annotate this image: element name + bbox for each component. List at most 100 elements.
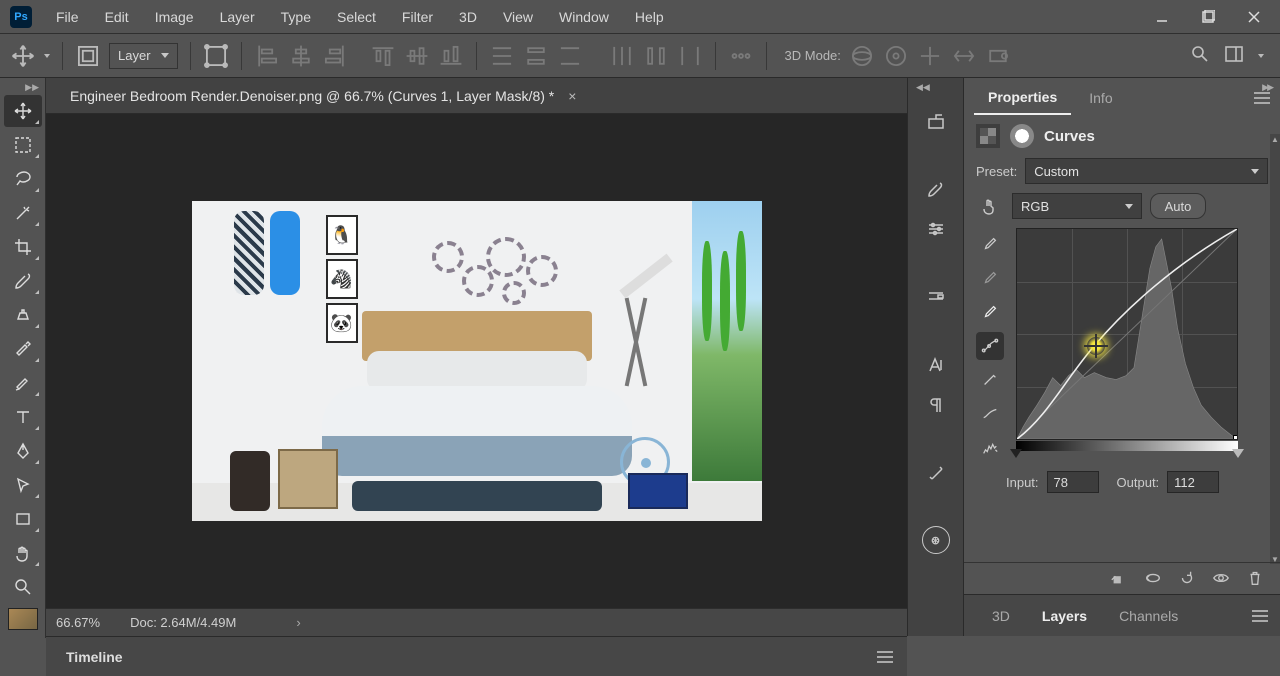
swatches-panel-icon[interactable] <box>916 458 956 488</box>
brush-settings-panel-icon[interactable] <box>916 214 956 244</box>
align-horizontal-centers-icon[interactable] <box>288 43 314 69</box>
lasso-tool-icon[interactable] <box>4 163 42 195</box>
tab-properties[interactable]: Properties <box>974 81 1071 115</box>
paragraph-panel-icon[interactable] <box>916 390 956 420</box>
white-slider-icon[interactable] <box>1232 449 1244 458</box>
libraries-panel-icon[interactable]: ⊛ <box>922 526 950 554</box>
tool-preset-caret-icon[interactable] <box>44 54 50 58</box>
expand-tools-icon[interactable]: ▶▶ <box>25 82 39 93</box>
layer-mask-icon[interactable] <box>1010 124 1034 148</box>
preset-dropdown[interactable]: Custom <box>1025 158 1268 184</box>
panel-menu-icon[interactable] <box>1254 92 1270 104</box>
channel-dropdown[interactable]: RGB <box>1012 193 1142 219</box>
search-icon[interactable] <box>1190 44 1210 67</box>
smooth-curve-icon[interactable] <box>976 400 1004 428</box>
tab-info[interactable]: Info <box>1075 82 1126 114</box>
distribute-vcenter-icon[interactable] <box>523 43 549 69</box>
tab-channels[interactable]: Channels <box>1105 600 1192 632</box>
clone-stamp-tool-icon[interactable] <box>4 299 42 331</box>
menu-help[interactable]: Help <box>625 5 674 29</box>
collapse-panel-icon[interactable]: ▶▶ <box>1262 82 1272 93</box>
hand-tool-icon[interactable] <box>4 537 42 569</box>
pan-3d-icon[interactable] <box>917 43 943 69</box>
move-tool-icon[interactable] <box>10 43 36 69</box>
workspace-caret-icon[interactable] <box>1258 54 1264 58</box>
previous-state-icon[interactable] <box>1144 569 1164 589</box>
white-point-eyedropper-icon[interactable] <box>976 298 1004 326</box>
distribute-hcenter-icon[interactable] <box>643 43 669 69</box>
align-vertical-centers-icon[interactable] <box>404 43 430 69</box>
clip-to-layer-icon[interactable] <box>1110 569 1130 589</box>
maximize-button[interactable] <box>1188 5 1228 29</box>
type-tool-icon[interactable] <box>4 401 42 433</box>
history-panel-icon[interactable] <box>916 106 956 136</box>
timeline-label[interactable]: Timeline <box>66 649 123 665</box>
black-point-eyedropper-icon[interactable] <box>976 230 1004 258</box>
brushes-panel-icon[interactable] <box>916 174 956 204</box>
crop-tool-icon[interactable] <box>4 231 42 263</box>
curve-point-selected[interactable] <box>1087 337 1105 355</box>
align-right-edges-icon[interactable] <box>322 43 348 69</box>
rectangle-tool-icon[interactable] <box>4 503 42 535</box>
transform-controls-icon[interactable] <box>203 43 229 69</box>
menu-filter[interactable]: Filter <box>392 5 443 29</box>
toggle-visibility-icon[interactable] <box>1212 569 1232 589</box>
align-bottom-edges-icon[interactable] <box>438 43 464 69</box>
gradient-tool-icon[interactable] <box>4 367 42 399</box>
menu-select[interactable]: Select <box>327 5 386 29</box>
brush-tool-icon[interactable] <box>4 265 42 297</box>
menu-3d[interactable]: 3D <box>449 5 487 29</box>
black-slider-icon[interactable] <box>1010 449 1022 458</box>
tab-3d[interactable]: 3D <box>978 600 1024 632</box>
close-button[interactable] <box>1234 5 1274 29</box>
zoom-3d-icon[interactable] <box>985 43 1011 69</box>
magic-wand-tool-icon[interactable] <box>4 197 42 229</box>
draw-curve-icon[interactable] <box>976 366 1004 394</box>
healing-brush-tool-icon[interactable] <box>4 333 42 365</box>
targeted-adjustment-icon[interactable] <box>976 192 1004 220</box>
calculate-histogram-icon[interactable] <box>976 434 1004 462</box>
align-more-options-icon[interactable] <box>728 43 754 69</box>
distribute-right-icon[interactable] <box>677 43 703 69</box>
document-tab[interactable]: Engineer Bedroom Render.Denoiser.png @ 6… <box>66 82 588 110</box>
distribute-top-icon[interactable] <box>489 43 515 69</box>
delete-adjustment-icon[interactable] <box>1246 569 1266 589</box>
menu-view[interactable]: View <box>493 5 543 29</box>
character-panel-icon[interactable] <box>916 350 956 380</box>
path-selection-tool-icon[interactable] <box>4 469 42 501</box>
zoom-tool-icon[interactable] <box>4 571 42 603</box>
marquee-tool-icon[interactable] <box>4 129 42 161</box>
edit-toolbar-thumb[interactable] <box>0 600 46 638</box>
distribute-left-icon[interactable] <box>609 43 635 69</box>
bottom-panel-menu-icon[interactable] <box>1252 610 1268 622</box>
panel-scrollbar[interactable]: ▲▼ <box>1270 134 1280 564</box>
zoom-level[interactable]: 66.67% <box>56 615 100 630</box>
output-field[interactable]: 112 <box>1167 471 1219 493</box>
gray-point-eyedropper-icon[interactable] <box>976 264 1004 292</box>
reset-icon[interactable] <box>1178 569 1198 589</box>
auto-select-target[interactable]: Layer <box>109 43 178 69</box>
timeline-menu-icon[interactable] <box>877 651 893 663</box>
input-field[interactable]: 78 <box>1047 471 1099 493</box>
curve-point-white[interactable] <box>1233 435 1238 440</box>
tab-layers[interactable]: Layers <box>1028 600 1101 632</box>
menu-image[interactable]: Image <box>145 5 204 29</box>
minimize-button[interactable] <box>1142 5 1182 29</box>
align-left-edges-icon[interactable] <box>254 43 280 69</box>
orbit-3d-icon[interactable] <box>849 43 875 69</box>
input-gradient-strip[interactable] <box>1016 441 1238 451</box>
auto-button[interactable]: Auto <box>1150 193 1206 219</box>
expand-panels-icon[interactable]: ◀◀ <box>916 82 930 93</box>
auto-select-toggle-icon[interactable] <box>75 43 101 69</box>
menu-file[interactable]: File <box>46 5 89 29</box>
doc-info[interactable]: Doc: 2.64M/4.49M <box>130 615 236 630</box>
close-tab-icon[interactable]: × <box>564 88 580 104</box>
edit-points-icon[interactable] <box>976 332 1004 360</box>
slide-3d-icon[interactable] <box>951 43 977 69</box>
curves-graph[interactable] <box>1016 228 1238 440</box>
menu-edit[interactable]: Edit <box>95 5 139 29</box>
pen-tool-icon[interactable] <box>4 435 42 467</box>
roll-3d-icon[interactable] <box>883 43 909 69</box>
canvas-viewport[interactable]: 🐧🦓🐼 <box>46 114 907 608</box>
clone-source-panel-icon[interactable] <box>916 282 956 312</box>
